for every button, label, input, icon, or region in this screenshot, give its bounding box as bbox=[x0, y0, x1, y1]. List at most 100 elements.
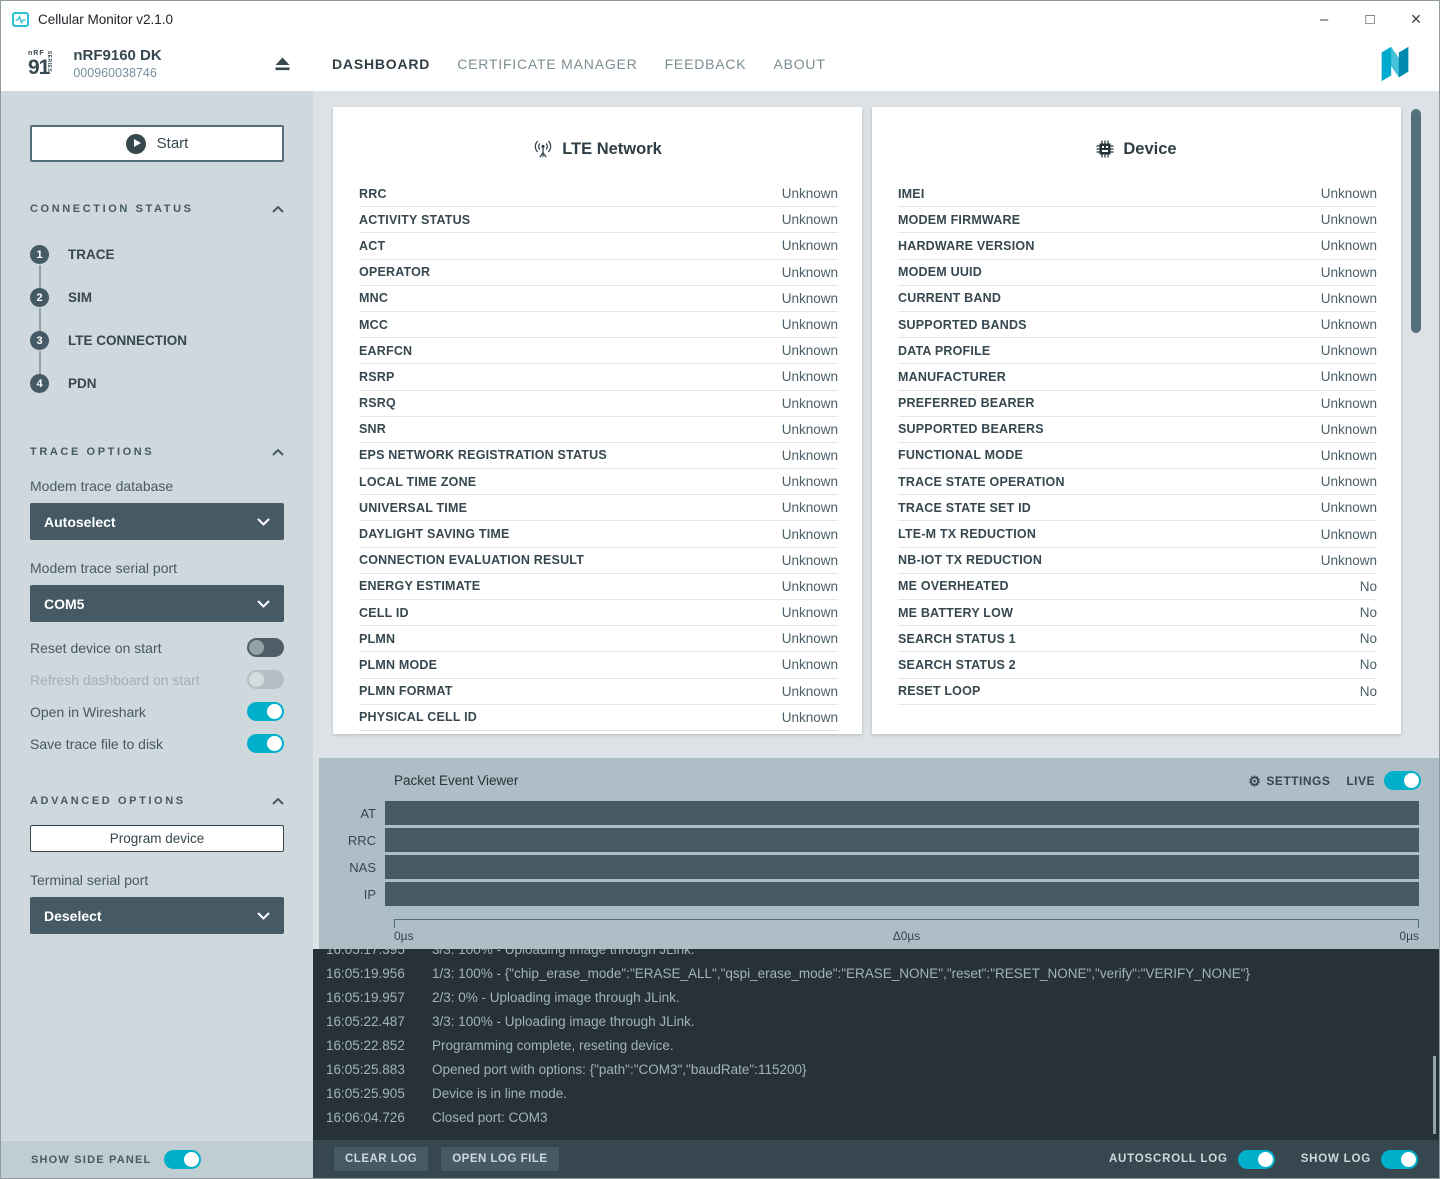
log-timestamp: 16:06:04.726 bbox=[326, 1106, 432, 1130]
row-label: SUPPORTED BANDS bbox=[898, 318, 1027, 332]
table-row: CONNECTION EVALUATION RESULT Unknown bbox=[359, 548, 838, 574]
table-row: SEARCH STATUS 1 No bbox=[898, 626, 1377, 652]
row-label: ACT bbox=[359, 239, 385, 253]
autoscroll-log-label: AUTOSCROLL LOG bbox=[1109, 1153, 1228, 1165]
row-value: Unknown bbox=[782, 186, 838, 201]
toggle-knob bbox=[249, 640, 264, 655]
open-log-file-button[interactable]: OPEN LOG FILE bbox=[441, 1147, 558, 1171]
row-label: PLMN bbox=[359, 632, 395, 646]
show-side-panel-toggle[interactable] bbox=[164, 1150, 201, 1169]
row-label: PHYSICAL CELL ID bbox=[359, 710, 477, 724]
live-toggle[interactable] bbox=[1384, 771, 1421, 790]
app-body: Start CONNECTION STATUS 1 TRACE 2 SIM bbox=[1, 91, 1439, 1140]
table-row: RESET LOOP No bbox=[898, 679, 1377, 705]
table-row: PLMN Unknown bbox=[359, 626, 838, 652]
eject-device-button[interactable] bbox=[269, 51, 295, 77]
settings-button[interactable]: ⚙ SETTINGS bbox=[1248, 774, 1330, 788]
table-row: OPERATOR Unknown bbox=[359, 260, 838, 286]
dashboard-scrollbar-thumb[interactable] bbox=[1411, 109, 1421, 333]
trace-options-header[interactable]: TRACE OPTIONS bbox=[30, 446, 284, 458]
toggle-row: Refresh dashboard on start bbox=[30, 669, 284, 690]
table-row: EARFCN Unknown bbox=[359, 338, 838, 364]
step-number-badge: 4 bbox=[30, 374, 49, 393]
table-row: MANUFACTURER Unknown bbox=[898, 364, 1377, 390]
row-value: Unknown bbox=[782, 684, 838, 699]
log-line: 16:05:22.852 Programming complete, reset… bbox=[326, 1034, 1439, 1058]
toggle-switch[interactable] bbox=[247, 638, 284, 657]
row-label: LTE-M TX REDUCTION bbox=[898, 527, 1036, 541]
show-log-toggle[interactable] bbox=[1381, 1150, 1418, 1169]
row-value: Unknown bbox=[782, 553, 838, 568]
log-line: 16:05:19.956 1/3: 100% - {"chip_erase_mo… bbox=[326, 962, 1439, 986]
row-label: TRACE STATE OPERATION bbox=[898, 475, 1065, 489]
play-icon bbox=[126, 134, 146, 154]
connection-status-header[interactable]: CONNECTION STATUS bbox=[30, 203, 284, 215]
table-row: TRACE STATE SET ID Unknown bbox=[898, 495, 1377, 521]
row-value: Unknown bbox=[782, 396, 838, 411]
nav-tab[interactable]: ABOUT bbox=[773, 56, 825, 72]
advanced-options-header[interactable]: ADVANCED OPTIONS bbox=[30, 795, 284, 807]
device-serial: 000960038746 bbox=[73, 66, 161, 82]
row-label: RSRP bbox=[359, 370, 395, 384]
table-row: EPS NETWORK REGISTRATION STATUS Unknown bbox=[359, 443, 838, 469]
log-view[interactable]: 16:05:17.395 3/3: 100% - Uploading image… bbox=[313, 949, 1439, 1140]
clear-log-button[interactable]: CLEAR LOG bbox=[334, 1147, 428, 1171]
row-value: Unknown bbox=[1321, 474, 1377, 489]
table-row: UNIVERSAL TIME Unknown bbox=[359, 495, 838, 521]
log-message: Opened port with options: {"path":"COM3"… bbox=[432, 1058, 807, 1082]
table-row: PHYSICAL CELL ID Unknown bbox=[359, 705, 838, 731]
timeline-end: 0µs bbox=[1399, 929, 1419, 943]
packet-viewer-controls: ⚙ SETTINGS LIVE bbox=[1248, 771, 1421, 790]
row-label: FUNCTIONAL MODE bbox=[898, 448, 1023, 462]
track-label: RRC bbox=[319, 833, 385, 848]
live-label: LIVE bbox=[1346, 774, 1375, 788]
table-row: ENERGY ESTIMATE Unknown bbox=[359, 574, 838, 600]
toggle-switch[interactable] bbox=[247, 702, 284, 721]
nrf91-series-logo: nRF 91 SERIES bbox=[28, 50, 59, 78]
table-row: RSRQ Unknown bbox=[359, 391, 838, 417]
row-value: Unknown bbox=[1321, 500, 1377, 515]
row-value: Unknown bbox=[1321, 238, 1377, 253]
start-button[interactable]: Start bbox=[30, 125, 284, 162]
chevron-down-icon bbox=[257, 912, 270, 920]
maximize-button[interactable]: □ bbox=[1347, 1, 1393, 37]
autoscroll-log-toggle[interactable] bbox=[1238, 1150, 1275, 1169]
row-label: MNC bbox=[359, 291, 388, 305]
nav-tab[interactable]: CERTIFICATE MANAGER bbox=[457, 56, 637, 72]
row-label: IMEI bbox=[898, 187, 925, 201]
packet-viewer-title: Packet Event Viewer bbox=[394, 773, 518, 788]
row-label: NB-IOT TX REDUCTION bbox=[898, 553, 1042, 567]
terminal-serial-port-select[interactable]: Deselect bbox=[30, 897, 284, 934]
minimize-button[interactable]: – bbox=[1301, 1, 1347, 37]
row-value: Unknown bbox=[782, 265, 838, 280]
row-label: MANUFACTURER bbox=[898, 370, 1006, 384]
table-row: CURRENT BAND Unknown bbox=[898, 286, 1377, 312]
row-value: Unknown bbox=[782, 369, 838, 384]
app-header: nRF 91 SERIES nRF9160 DK 000960038746 DA… bbox=[1, 37, 1439, 91]
row-value: No bbox=[1360, 579, 1377, 594]
row-label: ENERGY ESTIMATE bbox=[359, 579, 480, 593]
timeline-labels: 0µs Δ0µs 0µs bbox=[394, 929, 1419, 943]
close-button[interactable]: × bbox=[1393, 1, 1439, 37]
log-timestamp: 16:05:25.905 bbox=[326, 1082, 432, 1106]
log-message: 3/3: 100% - Uploading image through JLin… bbox=[432, 949, 695, 962]
modem-trace-serial-port-select[interactable]: COM5 bbox=[30, 585, 284, 622]
row-value: No bbox=[1360, 605, 1377, 620]
toggle-switch[interactable] bbox=[247, 670, 284, 689]
row-value: Unknown bbox=[1321, 422, 1377, 437]
modem-trace-database-value: Autoselect bbox=[44, 514, 116, 530]
device-selector[interactable]: nRF 91 SERIES nRF9160 DK 000960038746 bbox=[1, 37, 313, 91]
toggle-switch[interactable] bbox=[247, 734, 284, 753]
settings-label: SETTINGS bbox=[1266, 774, 1330, 788]
row-label: PLMN MODE bbox=[359, 658, 437, 672]
row-label: RESET LOOP bbox=[898, 684, 981, 698]
row-value: Unknown bbox=[782, 422, 838, 437]
log-scrollbar-thumb[interactable] bbox=[1433, 1056, 1436, 1134]
program-device-button[interactable]: Program device bbox=[30, 825, 284, 852]
modem-trace-database-select[interactable]: Autoselect bbox=[30, 503, 284, 540]
nav-tab[interactable]: DASHBOARD bbox=[332, 56, 430, 72]
table-row: SEARCH STATUS 2 No bbox=[898, 652, 1377, 678]
nav-tab[interactable]: FEEDBACK bbox=[665, 56, 747, 72]
table-row: LOCAL TIME ZONE Unknown bbox=[359, 469, 838, 495]
log-message: 3/3: 100% - Uploading image through JLin… bbox=[432, 1010, 695, 1034]
